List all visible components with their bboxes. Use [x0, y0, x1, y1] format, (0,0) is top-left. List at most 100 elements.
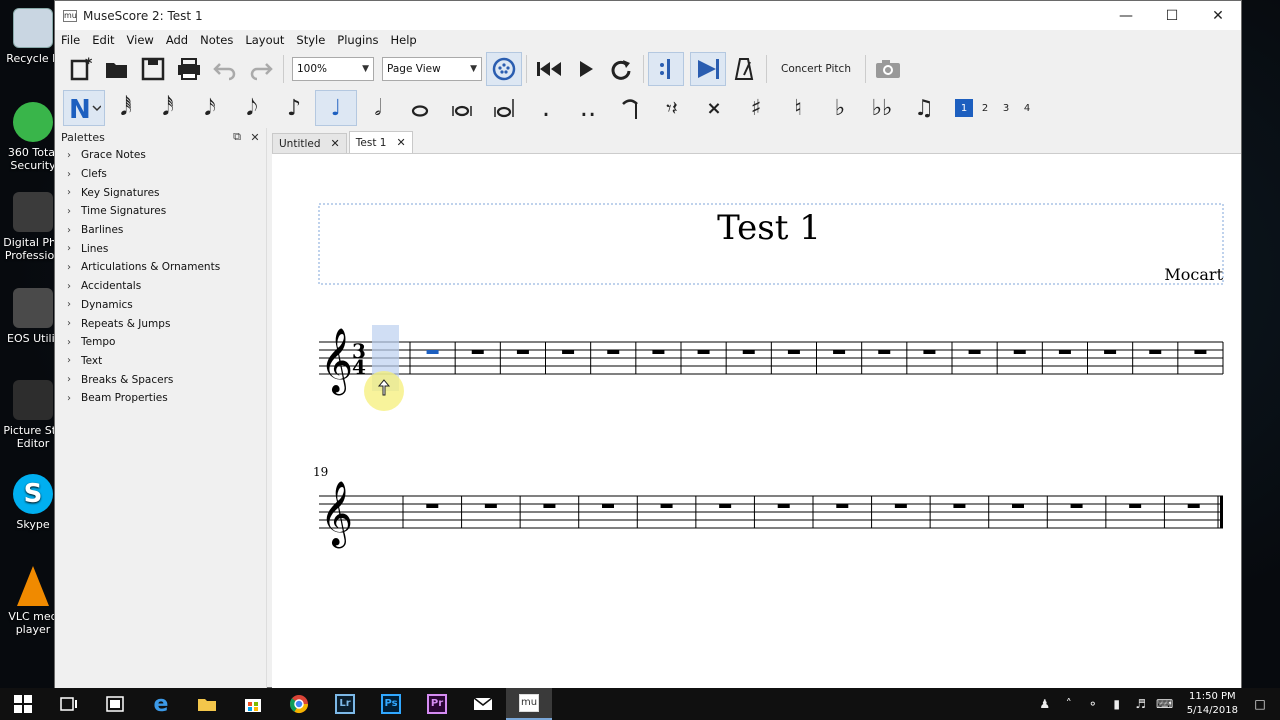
tie-button[interactable] [609, 90, 651, 126]
natural-button[interactable]: ♮ [777, 90, 819, 126]
voice-2-button[interactable]: 2 [976, 99, 994, 117]
menu-edit[interactable]: Edit [92, 33, 114, 47]
duration-32nd-button[interactable]: 𝅘𝅥𝅰 [147, 90, 189, 126]
double-sharp-button[interactable]: × [693, 90, 735, 126]
image-capture-button[interactable] [870, 53, 906, 85]
chevron-up-icon[interactable]: ˄ [1057, 697, 1081, 711]
score-title[interactable]: Test 1 [717, 208, 821, 248]
rest-button[interactable]: 𝄾𝄽 [651, 90, 693, 126]
score-canvas[interactable]: Test 1 Mocart 𝄞 3 4 19 𝄞 [272, 153, 1241, 688]
palette-item[interactable]: › Repeats & Jumps [55, 314, 266, 333]
menu-plugins[interactable]: Plugins [337, 33, 378, 47]
duration-breve-button[interactable] [441, 90, 483, 126]
duration-quarter-button[interactable]: ♩ [315, 90, 357, 126]
print-button[interactable] [171, 53, 207, 85]
menu-layout[interactable]: Layout [245, 33, 284, 47]
play-repeats-toggle[interactable] [648, 52, 684, 86]
palette-item[interactable]: › Accidentals [55, 277, 266, 296]
redo-button[interactable] [243, 53, 279, 85]
concert-pitch-toggle[interactable]: Concert Pitch [781, 63, 851, 75]
taskbar-photoshop[interactable]: Ps [368, 688, 414, 720]
clock[interactable]: 11:50 PM 5/14/2018 [1187, 690, 1238, 718]
menu-file[interactable]: File [61, 33, 80, 47]
menu-notes[interactable]: Notes [200, 33, 233, 47]
rewind-button[interactable] [531, 53, 567, 85]
start-button[interactable] [0, 688, 46, 720]
close-palette-icon[interactable]: ✕ [248, 131, 262, 144]
taskbar-premiere[interactable]: Pr [414, 688, 460, 720]
taskbar-store[interactable] [230, 688, 276, 720]
pan-score-toggle[interactable] [690, 52, 726, 86]
whole-rest [833, 350, 846, 354]
battery-icon[interactable]: ▮ [1105, 697, 1129, 711]
tab-untitled[interactable]: Untitled ✕ [272, 133, 347, 153]
taskbar-edge[interactable]: e [138, 688, 184, 720]
palette-item[interactable]: › Articulations & Ornaments [55, 258, 266, 277]
duration-eighth-button[interactable]: 𝅘𝅥𝅮 [231, 90, 273, 126]
network-icon[interactable]: ⚬ [1081, 697, 1105, 711]
flat-button[interactable]: ♭ [819, 90, 861, 126]
chevron-right-icon: › [67, 318, 71, 330]
undock-icon[interactable]: ⧉ [230, 130, 244, 144]
keyboard-icon[interactable]: ⌨ [1153, 697, 1177, 711]
close-button[interactable]: ✕ [1195, 1, 1241, 30]
taskbar-lightroom[interactable]: Lr [322, 688, 368, 720]
duration-16th-button[interactable]: 𝅘𝅥𝅯 [189, 90, 231, 126]
midi-input-toggle[interactable] [486, 52, 522, 86]
task-view-button[interactable] [46, 688, 92, 720]
menu-view[interactable]: View [127, 33, 154, 47]
double-dot-button[interactable]: .. [567, 90, 609, 126]
voice-1-button[interactable]: 1 [955, 99, 973, 117]
close-tab-icon[interactable]: ✕ [331, 137, 340, 150]
open-button[interactable] [99, 53, 135, 85]
taskbar-media-app[interactable] [92, 688, 138, 720]
palette-item[interactable]: › Tempo [55, 333, 266, 352]
taskbar-musescore[interactable]: mu [506, 688, 552, 720]
voice-3-button[interactable]: 3 [997, 99, 1015, 117]
tab-test-1[interactable]: Test 1 ✕ [348, 131, 413, 153]
palette-item[interactable]: › Barlines [55, 221, 266, 240]
notifications-icon[interactable]: □ [1248, 697, 1272, 711]
sharp-button[interactable]: ♯ [735, 90, 777, 126]
duration-eighth-alt-button[interactable]: ♪ [273, 90, 315, 126]
palette-item[interactable]: › Clefs [55, 165, 266, 184]
volume-icon[interactable]: ♬ [1129, 697, 1153, 711]
palette-item[interactable]: › Beam Properties [55, 389, 266, 408]
flip-direction-button[interactable]: ♫ [903, 90, 945, 126]
menu-style[interactable]: Style [296, 33, 325, 47]
palette-item[interactable]: › Grace Notes [55, 146, 266, 165]
view-mode-select[interactable]: Page View ▼ [382, 57, 482, 81]
zoom-select[interactable]: 100% ▼ [292, 57, 374, 81]
duration-whole-button[interactable] [399, 90, 441, 126]
people-icon[interactable]: ♟ [1033, 697, 1057, 711]
close-tab-icon[interactable]: ✕ [396, 136, 405, 149]
taskbar-mail[interactable] [460, 688, 506, 720]
menu-add[interactable]: Add [166, 33, 188, 47]
score-composer[interactable]: Mocart [1164, 265, 1223, 284]
menu-help[interactable]: Help [391, 33, 417, 47]
palette-item[interactable]: › Key Signatures [55, 183, 266, 202]
palette-item[interactable]: › Dynamics [55, 296, 266, 315]
voice-4-button[interactable]: 4 [1018, 99, 1036, 117]
save-button[interactable] [135, 53, 171, 85]
taskbar-chrome[interactable] [276, 688, 322, 720]
undo-button[interactable] [207, 53, 243, 85]
taskbar-explorer[interactable] [184, 688, 230, 720]
palette-item[interactable]: › Text [55, 352, 266, 371]
augmentation-dot-button[interactable]: . [525, 90, 567, 126]
minimize-button[interactable]: — [1103, 1, 1149, 30]
maximize-button[interactable]: ☐ [1149, 1, 1195, 30]
palette-item[interactable]: › Time Signatures [55, 202, 266, 221]
new-score-button[interactable]: * [63, 53, 99, 85]
palette-item[interactable]: › Lines [55, 239, 266, 258]
palette-item[interactable]: › Breaks & Spacers [55, 370, 266, 389]
metronome-button[interactable] [726, 53, 762, 85]
duration-longa-button[interactable] [483, 90, 525, 126]
loop-button[interactable] [603, 53, 639, 85]
play-button[interactable] [567, 53, 603, 85]
duration-half-button[interactable]: 𝅗𝅥 [357, 90, 399, 126]
note-input-mode-button[interactable]: N [63, 90, 105, 126]
double-flat-button[interactable]: ♭♭ [861, 90, 903, 126]
palette-item-label: Key Signatures [81, 186, 160, 199]
duration-64th-button[interactable]: 𝅘𝅥𝅱 [105, 90, 147, 126]
